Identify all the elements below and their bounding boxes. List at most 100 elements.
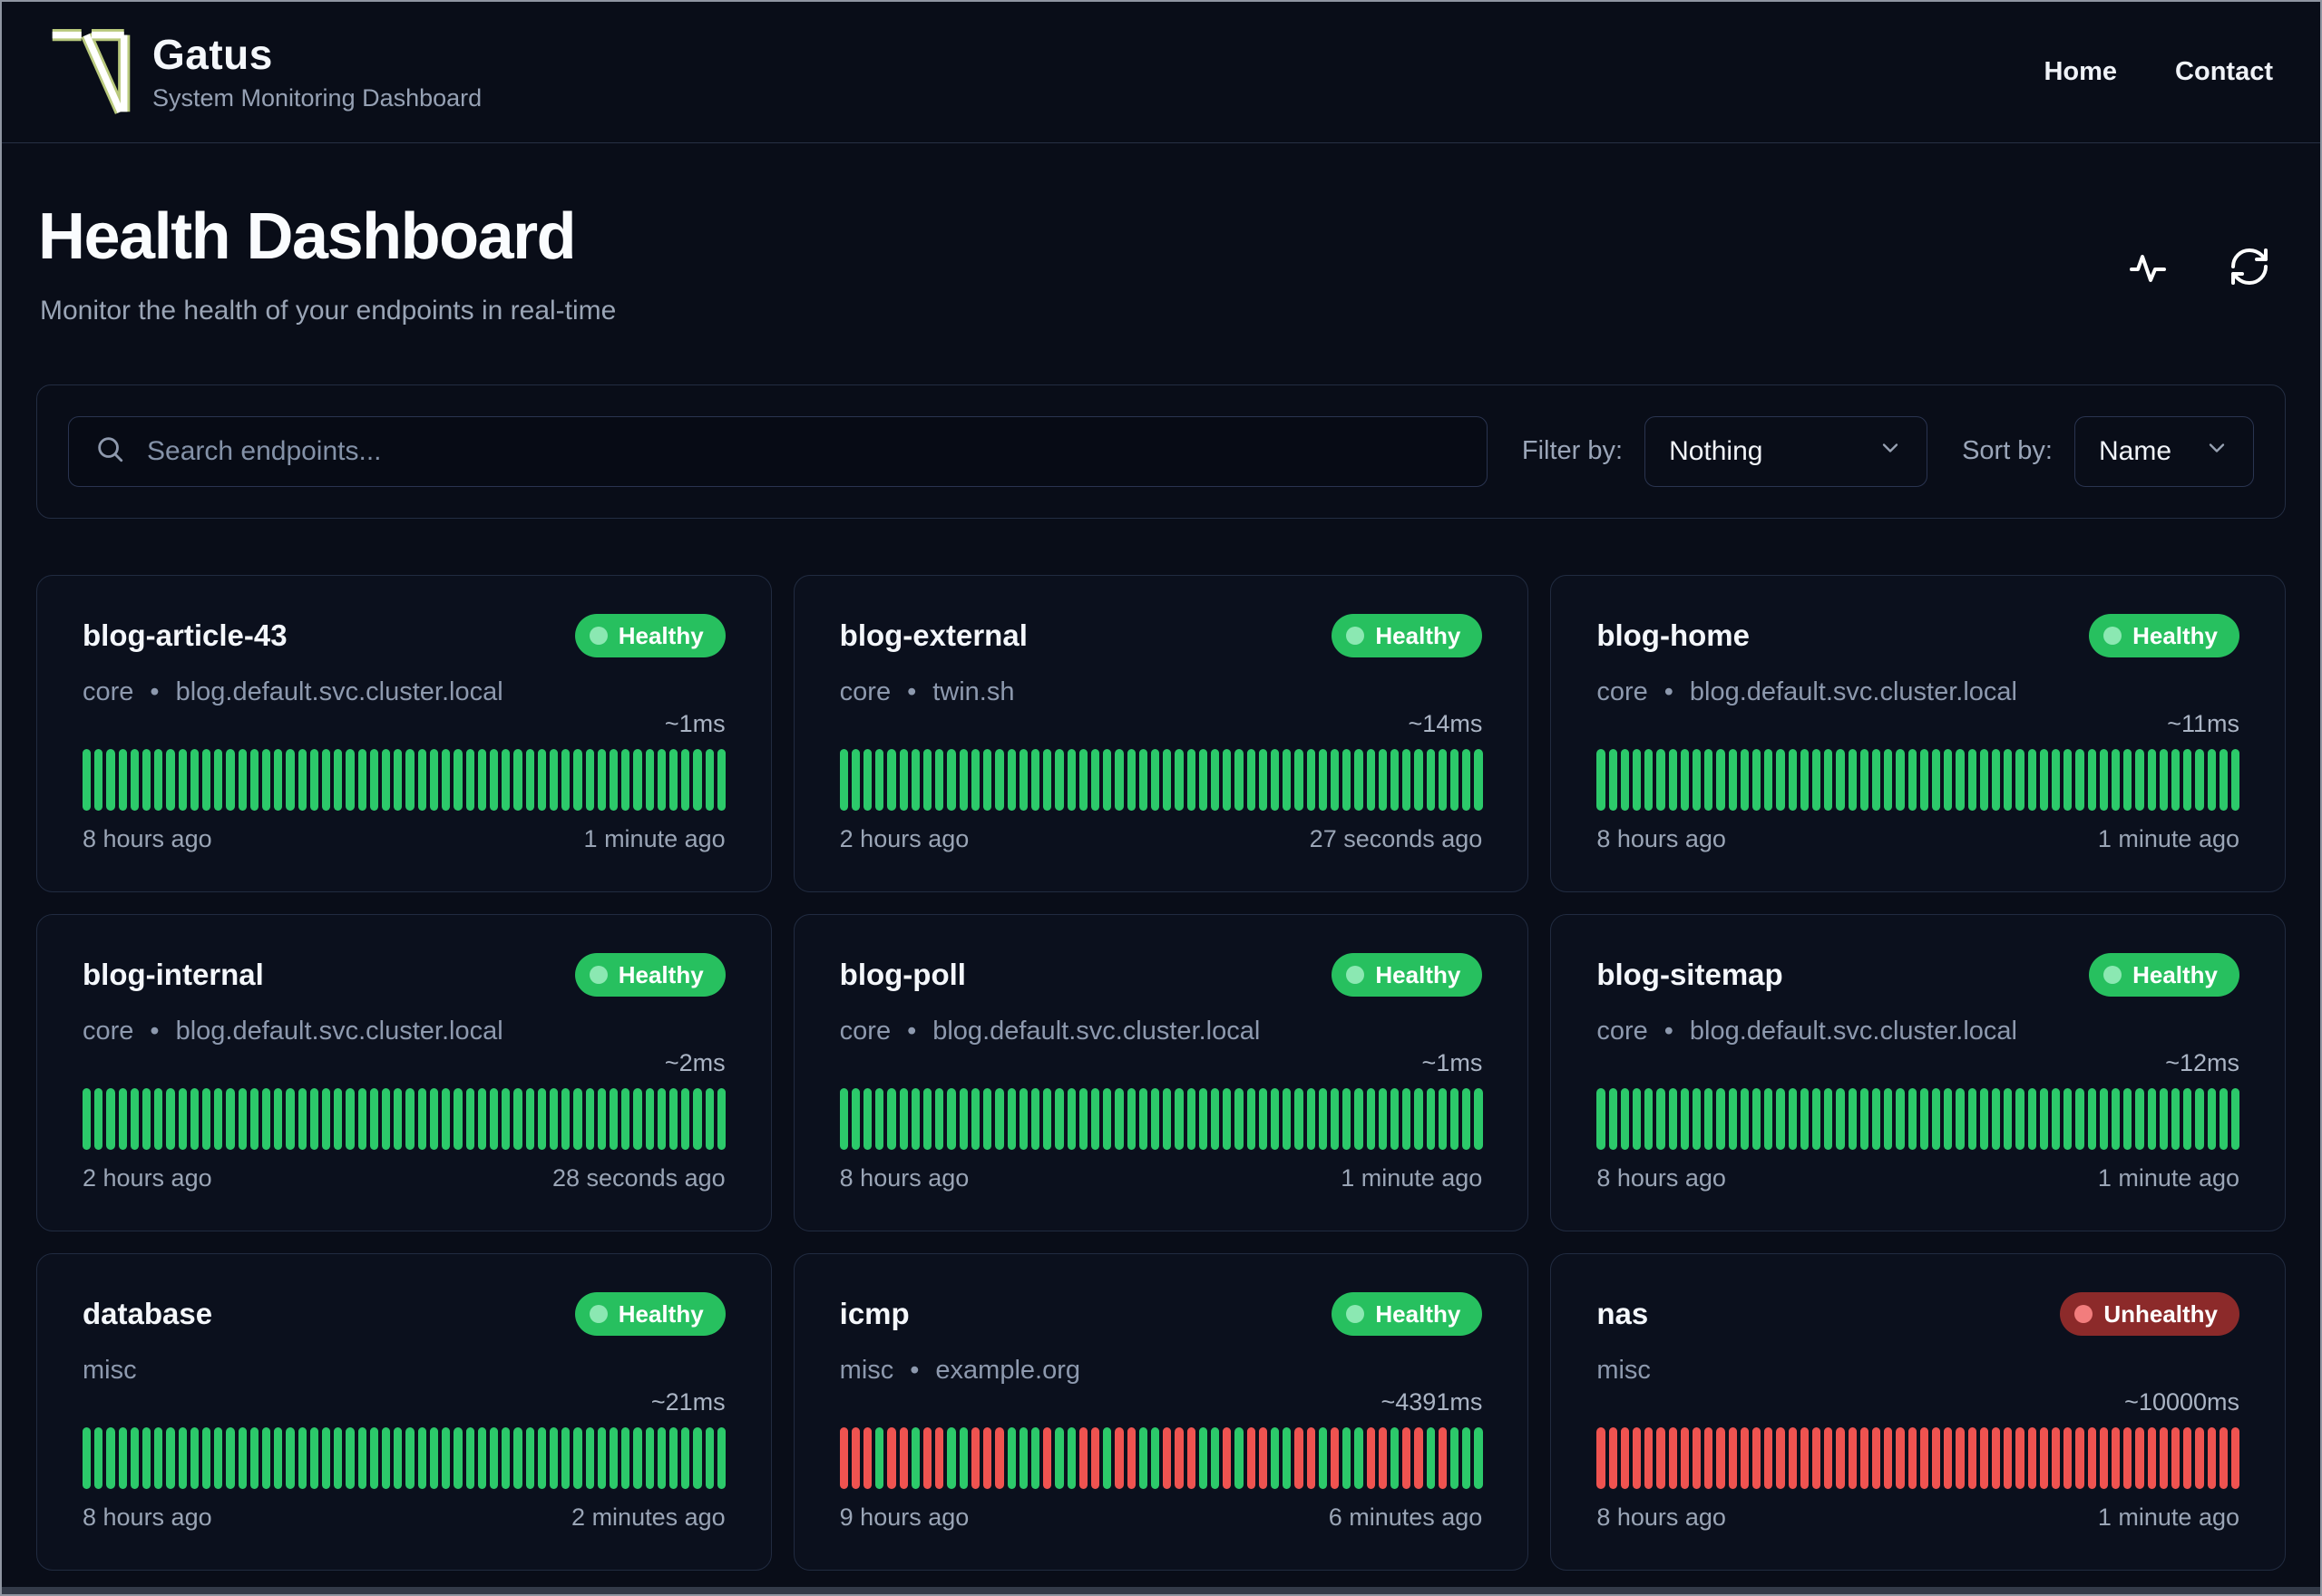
history-bar-failure[interactable] [2112, 1426, 2121, 1489]
history-bar-success[interactable] [2087, 1087, 2096, 1150]
history-bar-success[interactable] [226, 1087, 235, 1150]
history-bar-failure[interactable] [1680, 1426, 1689, 1489]
history-bar-success[interactable] [1186, 748, 1195, 811]
history-bar-success[interactable] [502, 1087, 511, 1150]
history-bar-success[interactable] [633, 748, 642, 811]
history-bar-failure[interactable] [2231, 1426, 2240, 1489]
history-bar-success[interactable] [405, 748, 415, 811]
history-bar-success[interactable] [1859, 1087, 1868, 1150]
history-bar-success[interactable] [2159, 748, 2169, 811]
history-bar-success[interactable] [1330, 748, 1340, 811]
history-bar-failure[interactable] [1186, 1426, 1195, 1489]
history-bar-failure[interactable] [1919, 1426, 1929, 1489]
history-bar-success[interactable] [1330, 1087, 1340, 1150]
history-bar-success[interactable] [1751, 1087, 1761, 1150]
endpoint-card[interactable]: database Healthy misc • ~21ms 8 hours ag… [36, 1252, 772, 1571]
history-bar-success[interactable] [947, 1087, 956, 1150]
history-bar-success[interactable] [1811, 1087, 1821, 1150]
history-bar-success[interactable] [394, 1087, 403, 1150]
history-bar-failure[interactable] [1907, 1426, 1917, 1489]
history-bar-success[interactable] [1462, 1426, 1471, 1489]
history-bar-failure[interactable] [1944, 1426, 1953, 1489]
history-bar-success[interactable] [1414, 1087, 1423, 1150]
history-bar-success[interactable] [94, 1426, 103, 1489]
history-bar-success[interactable] [1474, 1426, 1483, 1489]
history-bar-failure[interactable] [1751, 1426, 1761, 1489]
history-bar-success[interactable] [621, 1087, 630, 1150]
history-bar-success[interactable] [549, 748, 559, 811]
history-bar-success[interactable] [609, 1087, 619, 1150]
history-bar-success[interactable] [1103, 1087, 1112, 1150]
history-bar-failure[interactable] [1992, 1426, 2001, 1489]
history-bar-success[interactable] [226, 1426, 235, 1489]
history-bar-success[interactable] [249, 1087, 259, 1150]
history-bar-success[interactable] [875, 748, 884, 811]
history-bar-success[interactable] [887, 1087, 896, 1150]
history-bar-success[interactable] [1019, 1087, 1028, 1150]
history-bar-success[interactable] [309, 1087, 319, 1150]
history-bar-failure[interactable] [1306, 1426, 1315, 1489]
history-bar-success[interactable] [2159, 1087, 2169, 1150]
history-bar-success[interactable] [190, 748, 200, 811]
history-bar-success[interactable] [1907, 748, 1917, 811]
history-bar-failure[interactable] [1884, 1426, 1893, 1489]
history-bar-success[interactable] [1907, 1087, 1917, 1150]
history-bar-success[interactable] [118, 748, 127, 811]
history-bar-success[interactable] [369, 1087, 379, 1150]
history-bar-success[interactable] [286, 748, 295, 811]
history-bar-success[interactable] [1078, 748, 1088, 811]
history-bar-success[interactable] [2147, 1087, 2156, 1150]
history-bar-failure[interactable] [1740, 1426, 1749, 1489]
history-bar-failure[interactable] [1979, 1426, 1989, 1489]
history-bar-success[interactable] [262, 748, 271, 811]
history-bar-success[interactable] [83, 1426, 92, 1489]
history-bar-success[interactable] [2207, 1087, 2216, 1150]
history-bars[interactable] [1596, 1087, 2240, 1150]
history-bar-failure[interactable] [1127, 1426, 1136, 1489]
history-bar-success[interactable] [1656, 1087, 1665, 1150]
history-bar-failure[interactable] [983, 1426, 992, 1489]
history-bar-success[interactable] [106, 1087, 115, 1150]
history-bar-success[interactable] [322, 1426, 331, 1489]
history-bar-success[interactable] [525, 1087, 534, 1150]
history-bar-failure[interactable] [1656, 1426, 1665, 1489]
history-bar-success[interactable] [1043, 748, 1052, 811]
history-bar-success[interactable] [118, 1087, 127, 1150]
history-bar-success[interactable] [382, 1426, 391, 1489]
history-bar-success[interactable] [1270, 748, 1280, 811]
history-bar-success[interactable] [549, 1426, 559, 1489]
history-bar-success[interactable] [959, 1426, 968, 1489]
history-bar-failure[interactable] [1956, 1426, 1965, 1489]
history-bar-success[interactable] [1270, 1087, 1280, 1150]
history-bar-success[interactable] [1848, 748, 1857, 811]
history-bar-failure[interactable] [2027, 1426, 2036, 1489]
history-bar-success[interactable] [477, 1426, 486, 1489]
history-bar-success[interactable] [1979, 748, 1989, 811]
history-bar-success[interactable] [705, 1087, 714, 1150]
history-bar-success[interactable] [1668, 748, 1677, 811]
history-bar-success[interactable] [959, 1087, 968, 1150]
history-bar-success[interactable] [1740, 748, 1749, 811]
history-bar-success[interactable] [178, 1087, 187, 1150]
history-bar-success[interactable] [561, 748, 571, 811]
history-bar-success[interactable] [1896, 1087, 1905, 1150]
history-bar-success[interactable] [214, 1426, 223, 1489]
history-bar-success[interactable] [1596, 748, 1605, 811]
history-bar-success[interactable] [502, 1426, 511, 1489]
history-bar-success[interactable] [1150, 1087, 1160, 1150]
history-bar-success[interactable] [2171, 1087, 2181, 1150]
history-bar-success[interactable] [1932, 1087, 1941, 1150]
history-bar-success[interactable] [633, 1426, 642, 1489]
history-bar-success[interactable] [1067, 1087, 1076, 1150]
history-bar-failure[interactable] [2052, 1426, 2061, 1489]
history-bar-success[interactable] [1932, 748, 1941, 811]
history-bar-success[interactable] [1680, 748, 1689, 811]
history-bar-success[interactable] [1426, 1087, 1435, 1150]
history-bar-success[interactable] [1354, 1426, 1363, 1489]
history-bar-success[interactable] [1884, 1087, 1893, 1150]
history-bar-success[interactable] [2087, 748, 2096, 811]
history-bar-failure[interactable] [923, 1426, 932, 1489]
history-bar-failure[interactable] [1811, 1426, 1821, 1489]
history-bar-success[interactable] [1992, 748, 2001, 811]
history-bar-success[interactable] [585, 748, 594, 811]
